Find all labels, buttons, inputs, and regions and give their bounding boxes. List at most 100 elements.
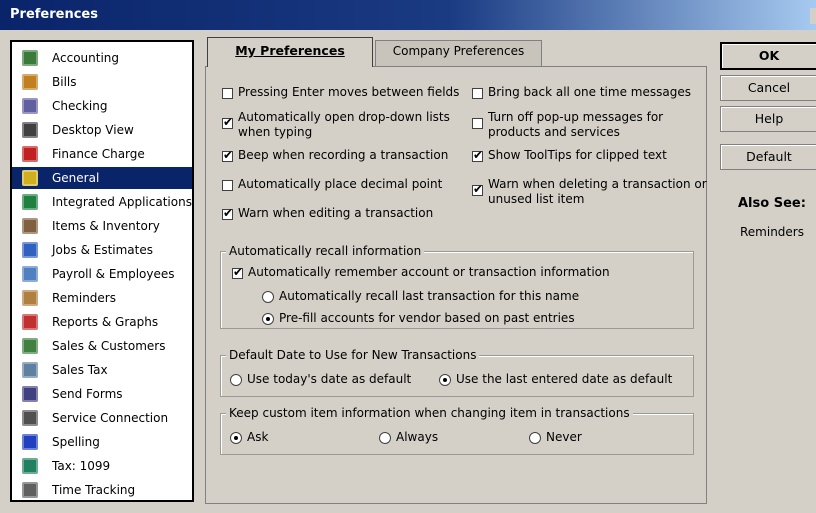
tab-my-preferences-label: My Preferences bbox=[235, 43, 345, 58]
last-date-label: Use the last entered date as default bbox=[456, 372, 673, 386]
auto-dropdown-checkbox[interactable]: ✔ bbox=[222, 115, 234, 129]
sidebar-item-label: Spelling bbox=[52, 435, 100, 449]
sidebar-item-label: Reminders bbox=[52, 291, 116, 305]
sidebar-item[interactable]: Reminders bbox=[12, 287, 192, 309]
beep-label: Beep when recording a transaction bbox=[238, 148, 449, 162]
default-date-group-title: Default Date to Use for New Transactions bbox=[226, 348, 480, 362]
radio-dot-icon bbox=[266, 317, 270, 321]
beep-checkbox[interactable]: ✔ bbox=[222, 148, 234, 162]
check-mark-icon: ✔ bbox=[223, 115, 234, 129]
finance-charge-icon bbox=[22, 146, 38, 162]
sidebar-item-label: General bbox=[52, 171, 100, 185]
sidebar-item-label: Payroll & Employees bbox=[52, 267, 175, 281]
sidebar-item[interactable]: Finance Charge bbox=[12, 143, 192, 165]
recall-last-radio[interactable] bbox=[262, 291, 274, 303]
tooltips-checkbox[interactable]: ✔ bbox=[472, 148, 484, 162]
checking-icon bbox=[22, 98, 38, 114]
tab-my-preferences[interactable]: My Preferences bbox=[207, 37, 373, 67]
items-inventory-icon bbox=[22, 218, 38, 234]
sidebar-item[interactable]: Sales Tax bbox=[12, 359, 192, 381]
preferences-panel: Pressing Enter moves between fields ✔ Au… bbox=[205, 66, 707, 504]
tab-company-preferences-label: Company Preferences bbox=[392, 44, 525, 58]
tab-company-preferences[interactable]: Company Preferences bbox=[375, 40, 542, 66]
prefill-label: Pre-fill accounts for vendor based on pa… bbox=[279, 311, 575, 325]
jobs-estimates-icon bbox=[22, 242, 38, 258]
cancel-button[interactable]: Cancel bbox=[720, 75, 816, 101]
turn-off-popups-label-2: products and services bbox=[488, 125, 620, 139]
desktop-view-icon bbox=[22, 122, 38, 138]
sidebar-item[interactable]: Integrated Applications bbox=[12, 191, 192, 213]
remember-checkbox[interactable]: ✔ bbox=[232, 265, 243, 279]
sidebar-item-label: Jobs & Estimates bbox=[52, 243, 153, 257]
sidebar-item[interactable]: Time Tracking bbox=[12, 479, 192, 500]
sales-tax-icon bbox=[22, 362, 38, 378]
check-mark-icon: ✔ bbox=[223, 148, 234, 162]
warn-delete-checkbox[interactable]: ✔ bbox=[472, 182, 484, 196]
decimal-label: Automatically place decimal point bbox=[238, 177, 443, 191]
sidebar-item-label: Reports & Graphs bbox=[52, 315, 159, 329]
warn-edit-checkbox[interactable]: ✔ bbox=[222, 206, 234, 220]
default-button[interactable]: Default bbox=[720, 144, 816, 170]
ask-label: Ask bbox=[247, 430, 269, 444]
sidebar-item[interactable]: Payroll & Employees bbox=[12, 263, 192, 285]
never-radio[interactable] bbox=[529, 432, 541, 444]
sidebar-item[interactable]: Reports & Graphs bbox=[12, 311, 192, 333]
warn-delete-label-2: unused list item bbox=[488, 192, 585, 206]
ask-radio[interactable] bbox=[230, 432, 242, 444]
sidebar-item[interactable]: Sales & Customers bbox=[12, 335, 192, 357]
sidebar-item-label: Time Tracking bbox=[52, 483, 136, 497]
enter-moves-checkbox[interactable] bbox=[222, 88, 233, 99]
sidebar-item[interactable]: Spelling bbox=[12, 431, 192, 453]
also-see-title: Also See: bbox=[738, 196, 806, 211]
sidebar-item[interactable]: Jobs & Estimates bbox=[12, 239, 192, 261]
reports-graphs-icon bbox=[22, 314, 38, 330]
check-mark-icon: ✔ bbox=[473, 182, 484, 196]
integrated-applications-icon bbox=[22, 194, 38, 210]
sidebar-item[interactable]: General bbox=[12, 167, 192, 189]
custom-item-group-title: Keep custom item information when changi… bbox=[226, 406, 633, 420]
check-mark-icon: ✔ bbox=[223, 206, 234, 220]
tooltips-label: Show ToolTips for clipped text bbox=[488, 148, 667, 162]
sales-customers-icon bbox=[22, 338, 38, 354]
sidebar-item-label: Desktop View bbox=[52, 123, 134, 137]
ok-button[interactable]: OK bbox=[720, 42, 816, 70]
sidebar-item[interactable]: Tax: 1099 bbox=[12, 455, 192, 477]
help-button[interactable]: Help bbox=[720, 106, 816, 132]
auto-dropdown-label-2: when typing bbox=[238, 125, 313, 139]
sidebar-item[interactable]: Send Forms bbox=[12, 383, 192, 405]
sidebar-item[interactable]: Desktop View bbox=[12, 119, 192, 141]
sidebar-item[interactable]: Service Connection bbox=[12, 407, 192, 429]
warn-edit-label: Warn when editing a transaction bbox=[238, 206, 434, 220]
time-tracking-icon bbox=[22, 482, 38, 498]
sidebar-item-label: Bills bbox=[52, 75, 77, 89]
bring-back-label: Bring back all one time messages bbox=[488, 85, 691, 99]
bring-back-checkbox[interactable] bbox=[472, 88, 483, 99]
radio-dot-icon bbox=[443, 378, 447, 382]
sidebar-item[interactable]: Accounting bbox=[12, 47, 192, 69]
always-radio[interactable] bbox=[379, 432, 391, 444]
sidebar-item-label: Integrated Applications bbox=[52, 195, 192, 209]
turn-off-popups-checkbox[interactable] bbox=[472, 118, 483, 129]
reminders-link[interactable]: Reminders bbox=[740, 225, 804, 239]
enter-moves-label: Pressing Enter moves between fields bbox=[238, 85, 460, 99]
decimal-checkbox[interactable] bbox=[222, 180, 233, 191]
sidebar-item[interactable]: Items & Inventory bbox=[12, 215, 192, 237]
window-title: Preferences bbox=[10, 7, 98, 22]
today-date-radio[interactable] bbox=[230, 374, 242, 386]
check-mark-icon: ✔ bbox=[473, 148, 484, 162]
sidebar-item[interactable]: Bills bbox=[12, 71, 192, 93]
prefill-radio[interactable] bbox=[262, 313, 274, 325]
sidebar-item-label: Items & Inventory bbox=[52, 219, 160, 233]
sidebar-item[interactable]: Checking bbox=[12, 95, 192, 117]
sidebar-item-label: Sales & Customers bbox=[52, 339, 166, 353]
preferences-category-list[interactable]: Accounting Bills Checking Desktop View Finan… bbox=[10, 40, 194, 502]
never-label: Never bbox=[546, 430, 582, 444]
service-connection-icon bbox=[22, 410, 38, 426]
sidebar-item-label: Service Connection bbox=[52, 411, 169, 425]
warn-delete-label: Warn when deleting a transaction or bbox=[488, 177, 707, 191]
today-date-label: Use today's date as default bbox=[247, 372, 412, 386]
title-bar: Preferences bbox=[0, 0, 816, 30]
title-bar-button[interactable] bbox=[810, 8, 816, 24]
last-date-radio[interactable] bbox=[439, 374, 451, 386]
recall-last-label: Automatically recall last transaction fo… bbox=[279, 289, 580, 303]
